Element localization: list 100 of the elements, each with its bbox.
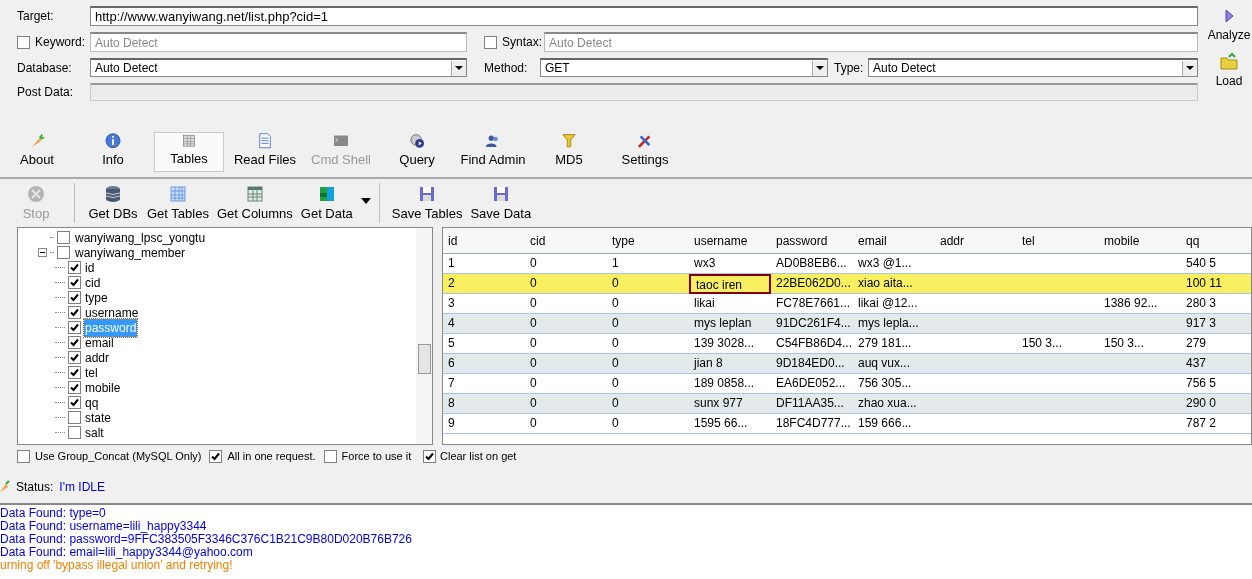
- tree-item[interactable]: wanyiwang_lpsc_yongtu: [75, 228, 206, 247]
- tab[interactable]: Find Admin: [458, 132, 528, 172]
- table-cell-text: 756 305...: [857, 374, 913, 392]
- load-button[interactable]: Load: [1215, 52, 1243, 90]
- table-row[interactable]: 8 0 0 sunx 977 DF11AA35... zhao xua... 290 0: [443, 394, 1251, 414]
- table-cell-text: 0: [529, 254, 538, 272]
- table-cell-text: 189 0858...: [693, 374, 756, 392]
- tab[interactable]: MD5: [534, 132, 604, 172]
- type-dropdown[interactable]: Auto Detect: [868, 58, 1198, 77]
- checkbox[interactable]: [57, 231, 70, 244]
- checkbox[interactable]: [68, 366, 81, 379]
- table-cell-text: 787 2: [1185, 414, 1218, 432]
- table-cell-text: 0: [611, 274, 620, 292]
- checkbox[interactable]: [68, 261, 81, 274]
- dropdown-arrow-icon: [455, 66, 463, 70]
- syntax-label: Syntax:: [502, 34, 543, 51]
- tab[interactable]: Read Files: [230, 132, 300, 172]
- target-field[interactable]: http://www.wanyiwang.net/list.php?cid=1: [90, 6, 1198, 26]
- table-cell-text: 0: [611, 294, 620, 312]
- collapse-icon[interactable]: [38, 248, 47, 257]
- syntax-field[interactable]: Auto Detect: [544, 32, 1198, 52]
- keyword-label: Keyword:: [35, 34, 86, 51]
- table-cell-text: 280 3: [1185, 294, 1218, 312]
- option-label: Force to use it: [341, 449, 412, 464]
- column-header[interactable]: type: [607, 231, 689, 250]
- log-line: Data Found: type=0: [0, 507, 107, 520]
- column-header[interactable]: tel: [1017, 231, 1099, 250]
- table-cell-text: 1: [611, 254, 620, 272]
- tab[interactable]: Settings: [610, 132, 680, 172]
- checkbox[interactable]: [17, 35, 30, 49]
- column-header[interactable]: cid: [525, 231, 607, 250]
- database-label: Database:: [17, 59, 73, 77]
- table-cell-text: 0: [611, 394, 620, 412]
- keyword-field[interactable]: Auto Detect: [90, 32, 467, 52]
- checkbox[interactable]: [68, 411, 81, 424]
- table-cell-text: 9D184ED0...: [775, 354, 846, 372]
- table-row[interactable]: 6 0 0 jian 8 9D184ED0... auq vux... 437: [443, 354, 1251, 374]
- toolbar-button[interactable]: Save Data: [466, 183, 536, 223]
- post-data-label: Post Data:: [17, 84, 75, 101]
- checkbox[interactable]: [68, 351, 81, 364]
- tree-item[interactable]: salt: [84, 423, 105, 442]
- checkbox[interactable]: [423, 449, 436, 463]
- log-line: urning off 'bypass illegal union' and retrying!: [0, 559, 233, 572]
- table-cell-text: 0: [611, 414, 620, 432]
- checkbox[interactable]: [68, 276, 81, 289]
- toolbar-button[interactable]: Get Tables: [143, 183, 213, 223]
- table-cell-text: C54FB86D4...: [775, 334, 853, 352]
- table-cell-text: 0: [529, 294, 538, 312]
- column-header[interactable]: email: [853, 231, 935, 250]
- column-header[interactable]: qq: [1181, 231, 1251, 250]
- carrot-icon: [0, 480, 10, 494]
- column-header[interactable]: password: [771, 231, 853, 250]
- scrollbar[interactable]: [416, 228, 432, 444]
- table-cell-text: xiao aita...: [857, 274, 914, 292]
- table-row[interactable]: 4 0 0 mys leplan 91DC261F4... mys lepla... 917 3: [443, 314, 1251, 334]
- column-header[interactable]: username: [689, 231, 771, 250]
- table-cell-text: 0: [529, 354, 538, 372]
- checkbox[interactable]: [323, 449, 337, 463]
- checkbox[interactable]: [68, 291, 81, 304]
- tab[interactable]: Tables: [154, 132, 224, 172]
- table-row[interactable]: 2 0 0 taoc iren 22BE062D0... xiao aita... 100 11: [443, 274, 1251, 294]
- status-value: I'm IDLE: [59, 479, 105, 496]
- column-header[interactable]: mobile: [1099, 231, 1181, 250]
- tab[interactable]: About: [2, 132, 72, 172]
- checkbox[interactable]: [209, 449, 223, 463]
- toolbar-button[interactable]: Get Data: [296, 183, 357, 223]
- option-label: All in one request.: [227, 449, 316, 464]
- target-label: Target:: [17, 8, 55, 25]
- column-header[interactable]: addr: [935, 231, 1017, 250]
- tab[interactable]: Query: [382, 132, 452, 172]
- column-header[interactable]: id: [443, 231, 525, 250]
- checkbox[interactable]: [68, 321, 81, 334]
- table-cell-text: 540 5: [1185, 254, 1218, 272]
- toolbar-button[interactable]: Get Columns: [212, 183, 297, 223]
- status-label: Status:: [16, 479, 54, 496]
- checkbox[interactable]: [57, 246, 70, 259]
- database-dropdown[interactable]: Auto Detect: [90, 58, 467, 77]
- table-cell-text: 159 666...: [857, 414, 913, 432]
- table-cell-text: zhao xua...: [857, 394, 918, 412]
- toolbar-button[interactable]: Save Tables: [387, 183, 467, 223]
- checkbox[interactable]: [68, 426, 81, 439]
- table-cell: taoc iren: [689, 273, 771, 294]
- table-cell-text: 1595 66...: [693, 414, 749, 432]
- checkbox[interactable]: [68, 306, 81, 319]
- checkbox[interactable]: [68, 336, 81, 349]
- method-dropdown[interactable]: GET: [540, 58, 828, 77]
- table-cell-text: 0: [529, 274, 538, 292]
- log-line: Data Found: username=lili_happy3344: [0, 520, 208, 533]
- post-data-field[interactable]: [90, 83, 1198, 101]
- dropdown-arrow-icon[interactable]: [360, 198, 371, 204]
- toolbar-button[interactable]: Get DBs: [83, 183, 143, 223]
- analyze-button[interactable]: Analyze: [1207, 6, 1251, 44]
- checkbox[interactable]: [68, 381, 81, 394]
- table-cell-text: 9: [447, 414, 456, 432]
- option-label: Clear list on get: [440, 449, 517, 464]
- checkbox[interactable]: [17, 449, 30, 463]
- table-cell-text: 1: [447, 254, 456, 272]
- tab[interactable]: Info: [78, 132, 148, 172]
- checkbox[interactable]: [68, 396, 81, 409]
- checkbox[interactable]: [484, 35, 497, 49]
